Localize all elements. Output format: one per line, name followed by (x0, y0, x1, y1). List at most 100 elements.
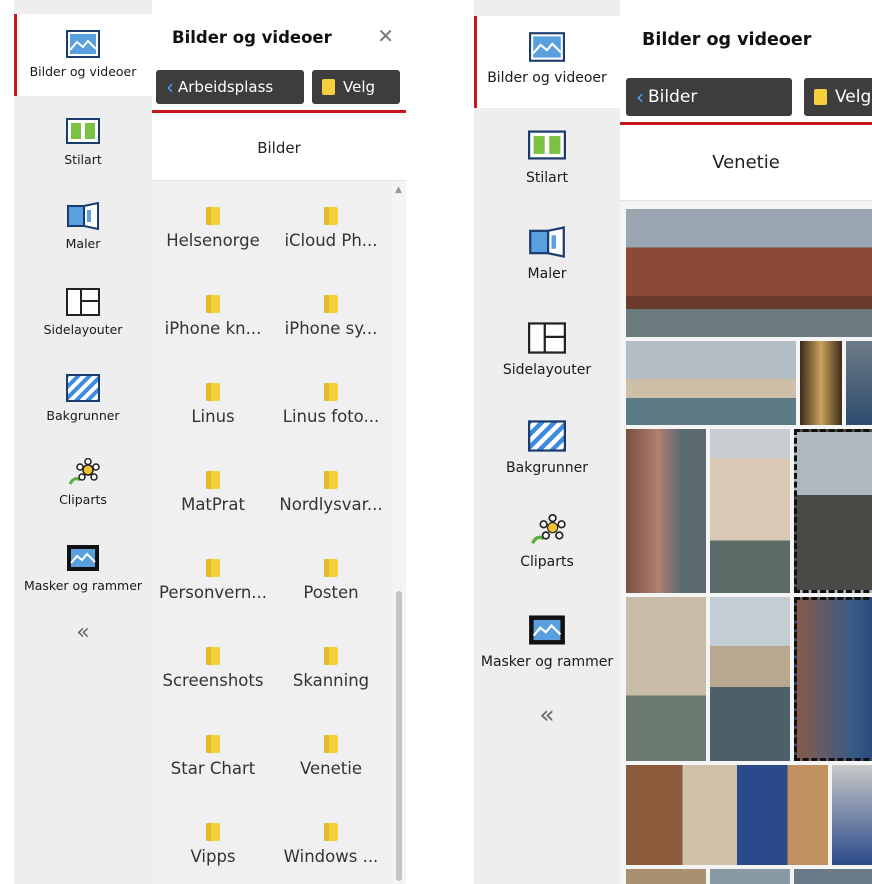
folder-icon (324, 559, 338, 577)
scroll-up-icon[interactable]: ▲ (395, 185, 402, 195)
folder-icon (322, 79, 335, 95)
back-button-label: Bilder (648, 87, 698, 107)
folder-item[interactable]: Personvern... (154, 559, 272, 602)
photo-thumbnail[interactable] (626, 341, 796, 425)
folder-icon (324, 471, 338, 489)
panel-title: Bilder og videoer (172, 28, 332, 47)
image-icon (66, 30, 100, 58)
folder-item[interactable]: Nordlysvar... (272, 471, 390, 514)
photo-thumbnail[interactable] (846, 341, 872, 425)
photo-thumbnail[interactable] (710, 429, 790, 593)
sidebar-item-style[interactable]: Stilart (474, 130, 620, 186)
folder-icon (324, 647, 338, 665)
sidebar-item-cliparts[interactable]: Cliparts (14, 458, 152, 507)
scrollbar[interactable]: ▲ (392, 181, 406, 884)
frame-icon (67, 545, 99, 571)
sidebar-item-frames[interactable]: Masker og rammer (14, 544, 152, 593)
photo-thumbnail[interactable] (794, 597, 872, 761)
select-button[interactable]: Velg (804, 78, 872, 116)
sidebar-item-frames[interactable]: Masker og rammer (474, 614, 620, 670)
folder-item[interactable]: Posten (272, 559, 390, 602)
folder-item[interactable]: iCloud Ph... (272, 207, 390, 250)
photo-thumbnail[interactable] (710, 869, 790, 884)
sidebar-item-label: Bilder og videoer (487, 70, 607, 86)
photo-thumbnail[interactable] (710, 597, 790, 761)
sidebar-item-backgrounds[interactable]: Bakgrunner (474, 420, 620, 476)
photo-thumbnail[interactable] (626, 765, 828, 865)
photo-thumbnail[interactable] (794, 429, 872, 593)
photo-thumbnail[interactable] (626, 869, 706, 884)
photo-thumbnail[interactable] (800, 341, 842, 425)
sidebar-item-images[interactable]: Bilder og videoer (14, 14, 152, 96)
sidebar-item-layouts[interactable]: Sidelayouter (474, 322, 620, 378)
folder-icon (206, 207, 220, 225)
style-icon (66, 118, 100, 144)
folder-item[interactable]: Venetie (272, 735, 390, 778)
folder-label: Skanning (292, 671, 370, 690)
background-icon (66, 374, 100, 402)
folder-grid: Helsenorge iCloud Ph... iPhone kn... iPhone… (152, 180, 406, 884)
photo-grid (620, 200, 872, 884)
photo-thumbnail[interactable] (832, 765, 872, 865)
accent-divider (152, 110, 406, 113)
chevron-left-icon: ‹ (166, 75, 174, 99)
folder-item[interactable]: Linus (154, 383, 272, 426)
clipart-icon (530, 514, 566, 545)
sidebar-item-label: Stilart (64, 152, 102, 167)
collapse-sidebar-button[interactable]: « (14, 620, 152, 645)
sidebar-item-label: Maler (527, 266, 567, 282)
folder-label: Posten (303, 583, 359, 602)
sidebar-item-style[interactable]: Stilart (14, 118, 152, 167)
back-button[interactable]: ‹ Bilder (626, 78, 792, 116)
folder-icon (324, 295, 338, 313)
folder-item[interactable]: Helsenorge (154, 207, 272, 250)
folder-item[interactable]: Star Chart (154, 735, 272, 778)
sidebar-item-cliparts[interactable]: Cliparts (474, 514, 620, 570)
sidebar-item-label: Bakgrunner (46, 408, 120, 423)
sidebar-item-label: Cliparts (520, 554, 574, 570)
chevron-left-icon: ‹ (636, 85, 644, 109)
style-icon (528, 130, 566, 160)
folder-item[interactable]: MatPrat (154, 471, 272, 514)
select-button[interactable]: Velg (312, 70, 400, 104)
sidebar-item-templates[interactable]: Maler (14, 202, 152, 251)
sidebar-item-images[interactable]: Bilder og videoer (474, 16, 620, 108)
clipart-icon (68, 458, 100, 485)
back-button[interactable]: ‹ Arbeidsplass (156, 70, 304, 104)
frame-icon (529, 615, 565, 645)
photo-thumbnail[interactable] (626, 597, 706, 761)
folder-label: iCloud Ph... (284, 231, 378, 250)
folder-label: iPhone kn... (164, 319, 262, 338)
collapse-sidebar-button[interactable]: « (474, 700, 620, 729)
template-icon (529, 226, 565, 258)
sidebar-item-label: Stilart (526, 170, 568, 186)
select-button-label: Velg (835, 87, 872, 107)
select-button-label: Velg (343, 78, 376, 96)
sidebar-item-label: Sidelayouter (502, 362, 592, 378)
photo-thumbnail[interactable] (794, 869, 872, 884)
scrollbar-thumb[interactable] (396, 591, 402, 881)
photo-thumbnail[interactable] (626, 209, 872, 337)
folder-item[interactable]: Windows ... (272, 823, 390, 866)
folder-item[interactable]: Vipps (154, 823, 272, 866)
layout-icon (66, 288, 100, 316)
folder-item[interactable]: Linus foto... (272, 383, 390, 426)
folder-item[interactable]: Skanning (272, 647, 390, 690)
sidebar-item-templates[interactable]: Maler (474, 226, 620, 282)
folder-label: Personvern... (158, 583, 268, 602)
folder-item[interactable]: iPhone sy... (272, 295, 390, 338)
folder-label: Screenshots (162, 671, 264, 690)
folder-label: Nordlysvar... (279, 495, 383, 514)
close-icon[interactable]: ✕ (377, 24, 394, 48)
photo-thumbnail[interactable] (626, 429, 706, 593)
sidebar-item-backgrounds[interactable]: Bakgrunner (14, 374, 152, 423)
folder-item[interactable]: Screenshots (154, 647, 272, 690)
folder-item[interactable]: iPhone kn... (154, 295, 272, 338)
main-panel: Bilder og videoer ✕ ‹ Arbeidsplass Velg … (152, 0, 406, 884)
folder-label: Venetie (300, 759, 362, 778)
folder-icon (324, 207, 338, 225)
sidebar-item-layouts[interactable]: Sidelayouter (14, 288, 152, 337)
folder-icon (206, 735, 220, 753)
layout-icon (528, 322, 566, 354)
sidebar-item-label: Masker og rammer (480, 654, 614, 670)
